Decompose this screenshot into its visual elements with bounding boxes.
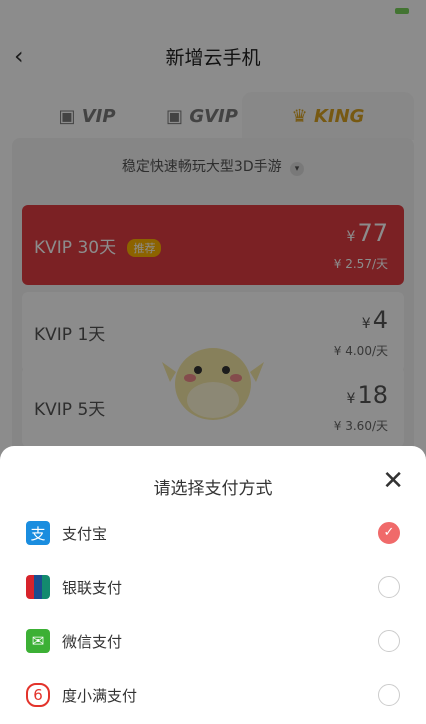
payment-sheet: 请选择支付方式 ✕ 支 支付宝 ✓ 银联支付 ✉ 微信支付 6 度小满支付 xyxy=(0,446,426,716)
payment-option-wechat[interactable]: ✉ 微信支付 xyxy=(0,616,426,670)
payment-option-alipay[interactable]: 支 支付宝 ✓ xyxy=(0,508,426,562)
payment-label: 度小满支付 xyxy=(62,687,138,705)
payment-label: 支付宝 xyxy=(62,525,108,543)
wechat-icon: ✉ xyxy=(26,629,50,653)
payment-label: 微信支付 xyxy=(62,633,123,651)
alipay-icon: 支 xyxy=(26,521,50,545)
close-icon[interactable]: ✕ xyxy=(382,466,404,496)
radio-unchecked[interactable] xyxy=(378,576,400,598)
sheet-title: 请选择支付方式 xyxy=(153,479,273,499)
radio-unchecked[interactable] xyxy=(378,684,400,706)
payment-label: 银联支付 xyxy=(62,579,123,597)
payment-option-unionpay[interactable]: 银联支付 xyxy=(0,562,426,616)
radio-unchecked[interactable] xyxy=(378,630,400,652)
unionpay-icon xyxy=(26,575,50,599)
radio-checked[interactable]: ✓ xyxy=(378,522,400,544)
duxiaoman-icon: 6 xyxy=(26,683,50,707)
